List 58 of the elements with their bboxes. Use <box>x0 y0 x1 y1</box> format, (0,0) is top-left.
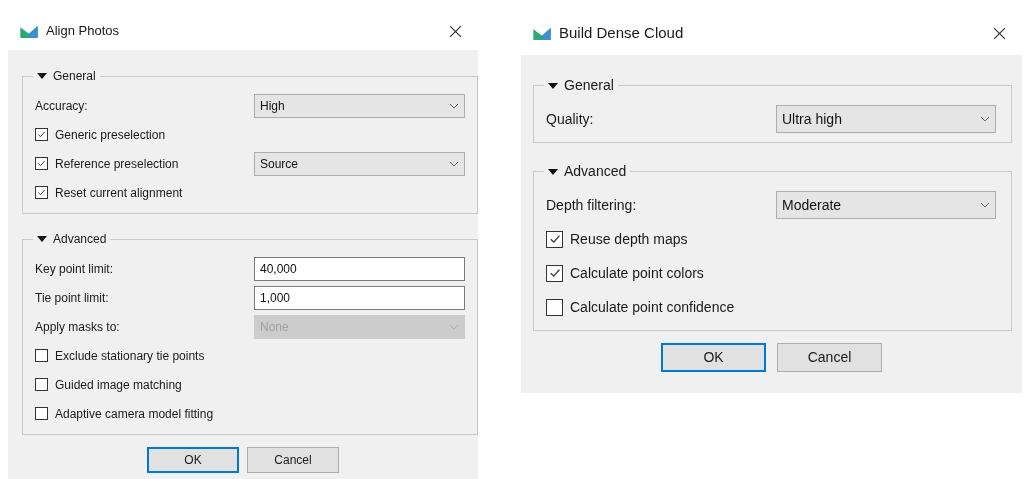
dropdown[interactable]: Ultra high <box>776 105 996 133</box>
checkbox[interactable] <box>546 298 563 316</box>
field-label: Key point limit: <box>35 260 115 278</box>
check-icon <box>37 159 46 168</box>
field-label: Tie point limit: <box>35 289 110 307</box>
dropdown[interactable]: Source <box>254 151 465 176</box>
field-label: Depth filtering: <box>546 195 638 215</box>
chevron-down-icon <box>449 323 459 330</box>
field-label: Accuracy: <box>35 97 89 115</box>
dialog-button[interactable]: OK <box>661 343 766 372</box>
check-icon <box>37 130 46 139</box>
chevron-down-icon <box>980 116 990 122</box>
dropdown[interactable]: Moderate <box>776 191 996 219</box>
window-title: Align Photos <box>46 22 120 41</box>
checkbox-label: Generic preselection <box>55 126 166 144</box>
group-title: General <box>53 68 96 85</box>
checkbox-label: Reference preselection <box>55 155 179 173</box>
checkbox[interactable] <box>546 264 563 282</box>
checkbox[interactable] <box>35 157 48 170</box>
group-title: Advanced <box>564 162 627 181</box>
checkbox[interactable] <box>35 378 48 391</box>
collapse-triangle-icon[interactable] <box>548 166 558 177</box>
close-icon[interactable] <box>449 24 462 38</box>
checkbox[interactable] <box>35 349 48 362</box>
chevron-down-icon <box>980 202 990 208</box>
check-icon <box>548 233 561 245</box>
dialog-button[interactable]: Cancel <box>247 447 339 473</box>
checkbox-label: Calculate point confidence <box>570 297 735 317</box>
input-field[interactable]: 40,000 <box>254 256 465 281</box>
checkbox-label: Guided image matching <box>55 376 182 394</box>
check-icon <box>37 188 46 197</box>
window-title: Build Dense Cloud <box>559 23 685 44</box>
collapse-triangle-icon[interactable] <box>37 71 47 81</box>
checkbox-label: Exclude stationary tie points <box>55 347 205 365</box>
dialog-button[interactable]: OK <box>147 447 239 473</box>
dropdown[interactable]: High <box>254 93 465 118</box>
app-logo-icon <box>533 27 551 40</box>
checkbox-label: Reuse depth maps <box>570 229 688 249</box>
checkbox[interactable] <box>35 407 48 420</box>
collapse-triangle-icon[interactable] <box>37 234 47 244</box>
collapse-triangle-icon[interactable] <box>548 80 558 91</box>
group-title: Advanced <box>53 231 107 248</box>
field-label: Quality: <box>546 109 595 129</box>
checkbox-label: Adaptive camera model fitting <box>55 405 214 423</box>
checkbox[interactable] <box>35 186 48 199</box>
checkbox[interactable] <box>35 128 48 141</box>
group-title: General <box>564 76 614 95</box>
chevron-down-icon <box>449 102 459 109</box>
check-icon <box>548 267 561 279</box>
checkbox-label: Calculate point colors <box>570 263 704 283</box>
app-logo-icon <box>20 24 38 38</box>
field-label: Apply masks to: <box>35 318 121 336</box>
checkbox-label: Reset current alignment <box>55 184 183 202</box>
chevron-down-icon <box>449 160 459 167</box>
checkbox[interactable] <box>546 230 563 248</box>
input-field[interactable]: 1,000 <box>254 285 465 310</box>
dialog-button[interactable]: Cancel <box>777 343 882 372</box>
close-icon[interactable] <box>993 27 1006 40</box>
